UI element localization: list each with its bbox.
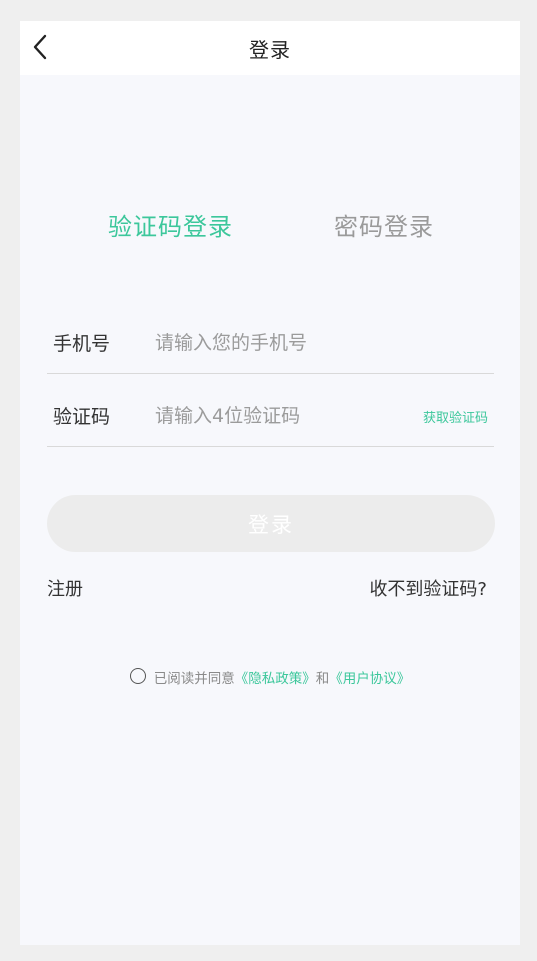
phone-label: 手机号	[53, 333, 111, 355]
get-code-button[interactable]: 获取验证码	[423, 407, 488, 426]
tab-sms-login[interactable]: 验证码登录	[108, 207, 233, 242]
nav-bar: 登录	[20, 21, 520, 75]
phone-input[interactable]	[155, 324, 485, 362]
user-agreement-link[interactable]: 《用户协议》	[329, 671, 410, 687]
register-link[interactable]: 注册	[47, 575, 83, 601]
code-input[interactable]	[155, 397, 405, 435]
agreement: 已阅读并同意《隐私政策》和《用户协议》	[20, 667, 520, 687]
privacy-policy-link[interactable]: 《隐私政策》	[235, 671, 316, 687]
code-row: 验证码 获取验证码	[47, 394, 494, 447]
page-title: 登录	[249, 38, 291, 62]
tab-password-login[interactable]: 密码登录	[334, 207, 434, 242]
no-code-link[interactable]: 收不到验证码?	[369, 575, 487, 601]
agreement-conjunction: 和	[315, 671, 330, 687]
agree-radio[interactable]	[129, 668, 146, 684]
agreement-prefix: 已阅读并同意	[153, 671, 235, 687]
code-label: 验证码	[53, 406, 111, 428]
login-button[interactable]: 登录	[47, 495, 495, 552]
phone-row: 手机号	[47, 321, 494, 374]
login-screen: 登录 验证码登录 密码登录 手机号 验证码 获取验证码 登录 注册 收不到验证码…	[20, 21, 520, 945]
